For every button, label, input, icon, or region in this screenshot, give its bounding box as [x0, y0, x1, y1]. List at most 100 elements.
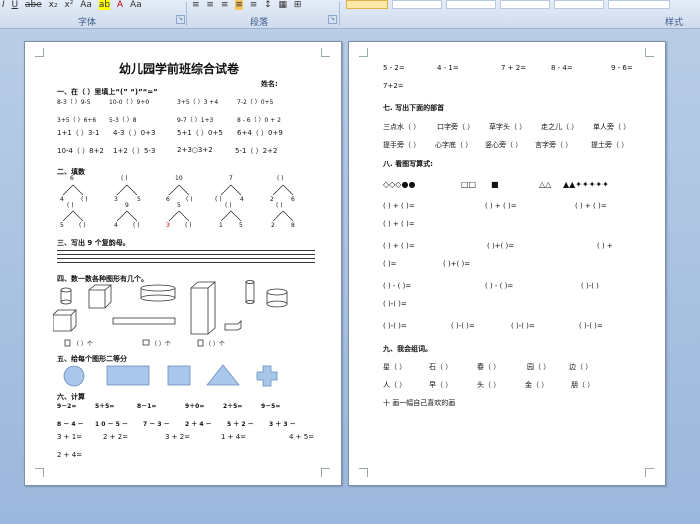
tree-right: ( ): [79, 222, 86, 229]
calc-item: 9 - 6=: [611, 64, 633, 72]
group-label-styles: 样式: [665, 18, 684, 28]
style-gallery-item[interactable]: [392, 0, 442, 9]
tree-top: 9: [125, 202, 129, 209]
tree-left: 2: [271, 222, 275, 229]
radical-item: 三点水（ ）: [383, 123, 421, 131]
shading-icon[interactable]: ▦: [279, 0, 288, 10]
picture-shapes: □□: [461, 180, 477, 189]
tree-top: ( ): [277, 175, 284, 182]
style-gallery-item[interactable]: [608, 0, 670, 9]
superscript-button[interactable]: x²: [64, 0, 73, 10]
tree-right: 8: [291, 222, 295, 229]
equation-blank: ( ) + ( )=: [383, 220, 415, 228]
calc-item: 7+2=: [383, 82, 404, 90]
radical-item: 口字旁（ ）: [437, 123, 475, 131]
calc-item: 3 + 1=: [57, 433, 83, 441]
document-page-1[interactable]: 幼儿园学前班综合试卷 姓名: 一、在（ ）里填上“(” “)”“=” 8-3（ …: [24, 41, 342, 486]
section-5-heading: 五、给每个图形二等分: [57, 355, 127, 363]
tree-top: 5: [177, 202, 181, 209]
tree-top: ( ): [276, 202, 283, 209]
highlight-button[interactable]: ab: [98, 0, 111, 10]
line-spacing-icon[interactable]: ↕: [264, 0, 272, 10]
align-left-icon[interactable]: ≡: [192, 0, 200, 10]
word-item: 人（ ）: [383, 381, 407, 389]
calc-item: 4 - 1=: [437, 64, 459, 72]
section-10-heading: 十 画一幅自己喜欢的画: [383, 399, 456, 407]
plane-shapes-figure: [63, 364, 278, 387]
equation-blank: ( )-( )=: [511, 322, 535, 330]
word-item: 金（ ）: [525, 381, 549, 389]
distributed-icon[interactable]: ≡: [250, 0, 258, 10]
group-label-font: 字体: [78, 18, 97, 28]
compare-item: 9-7（ ）1+3: [177, 117, 214, 124]
crop-mark: [35, 468, 44, 477]
border-icon[interactable]: ⊞: [294, 0, 302, 10]
subscript-button[interactable]: x₂: [49, 0, 58, 10]
radical-item: 草字头（ ）: [489, 123, 527, 131]
equation-blank: ( ) + ( )=: [383, 202, 415, 210]
radical-item: 心字底（ ）: [435, 141, 473, 149]
align-right-icon[interactable]: ≡: [221, 0, 229, 10]
picture-shapes: ▲▲✦✦✦✦✦: [563, 180, 609, 189]
tree-left: 2: [270, 196, 274, 203]
style-gallery-item[interactable]: [446, 0, 496, 9]
crop-mark: [359, 468, 368, 477]
section-8-heading: 八. 看图写算式:: [383, 160, 433, 168]
compare-item: 1+1（ ）3-1: [57, 129, 100, 137]
change-case-button[interactable]: Aa: [80, 0, 92, 10]
equation-blank: ( ) + ( )=: [383, 242, 415, 250]
document-page-2[interactable]: 5 - 2= 4 - 1= 7 + 2= 8 - 4= 9 - 6= 7+2= …: [348, 41, 666, 486]
compare-item: 10-4（ ）8+2: [57, 147, 104, 155]
paragraph-dialog-launcher-icon[interactable]: ↘: [328, 15, 337, 24]
ribbon-separator: [339, 2, 340, 26]
calc-item: 9－5=: [261, 403, 281, 410]
calc-item: 5 - 2=: [383, 64, 405, 72]
compare-item: 10-0（ ）9+0: [109, 99, 150, 106]
style-gallery-item-selected[interactable]: [346, 0, 388, 9]
picture-shapes: ◇◇◇●●: [383, 180, 416, 189]
tree-left: 3: [166, 222, 170, 229]
style-gallery-item[interactable]: [554, 0, 604, 9]
strikethrough-button[interactable]: abe: [25, 0, 42, 10]
calc-item: 9＋0=: [185, 403, 205, 410]
style-gallery-item[interactable]: [500, 0, 550, 9]
equation-blank: ( )-( )=: [383, 300, 407, 308]
calc-item: 3 ＋ 3 －: [269, 421, 296, 428]
tree-top: ( ): [225, 202, 232, 209]
word-item: 头（ ）: [477, 381, 501, 389]
font-dialog-launcher-icon[interactable]: ↘: [176, 15, 185, 24]
tree-left: 1: [219, 222, 223, 229]
tree-left: ( ): [215, 196, 222, 203]
font-format-toolbar: I U abe x₂ x² Aa ab A Aa: [2, 0, 146, 12]
tree-left: 5: [60, 222, 64, 229]
align-center-icon[interactable]: ≡: [206, 0, 214, 10]
font-color-button[interactable]: A: [117, 0, 123, 10]
tree-top: 10: [175, 175, 183, 182]
compare-item: 5-3（ ）8: [109, 117, 137, 124]
paragraph-toolbar: ≡ ≡ ≡ ≡ ≡ ↕ ▦ ⊞: [192, 0, 305, 12]
compare-item: 5-1（ ）2+2: [235, 147, 278, 155]
tree-right: 4: [240, 196, 244, 203]
tree-right: 6: [291, 196, 295, 203]
word-item: 石（ ）: [429, 363, 453, 371]
underline-button[interactable]: U: [12, 0, 19, 10]
picture-shapes: △△: [539, 180, 552, 189]
italic-button[interactable]: I: [2, 0, 5, 10]
crop-mark: [321, 468, 330, 477]
ribbon-separator: [186, 2, 187, 26]
crop-mark: [359, 48, 368, 57]
radical-item: 提手旁（ ）: [383, 141, 421, 149]
compare-item: 2+3○3+2: [177, 146, 213, 154]
crop-mark: [321, 48, 330, 57]
equation-blank: ( )+( )=: [487, 242, 515, 250]
equation-blank: ( )=: [383, 260, 397, 268]
name-label: 姓名:: [261, 80, 278, 88]
justify-icon[interactable]: ≡: [235, 0, 243, 10]
tree-right: ( ): [186, 196, 193, 203]
tree-right: ( ): [81, 196, 88, 203]
page-title: 幼儿园学前班综合试卷: [119, 62, 240, 76]
writing-line: [57, 250, 315, 251]
calc-item: 8 － 4 －: [57, 421, 84, 428]
char-shading-button[interactable]: Aa: [130, 0, 142, 10]
calc-item: 7 + 2=: [501, 64, 527, 72]
